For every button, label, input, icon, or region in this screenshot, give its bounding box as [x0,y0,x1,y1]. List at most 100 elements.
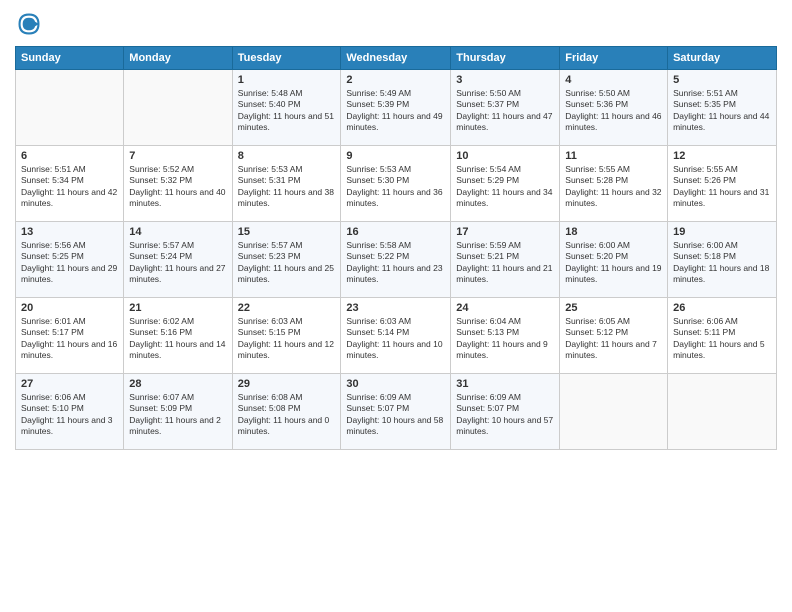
day-number: 22 [238,302,336,314]
day-number: 28 [129,378,226,390]
calendar-week-5: 27 Sunrise: 6:06 AMSunset: 5:10 PMDayligh… [16,374,777,450]
calendar-cell: 15 Sunrise: 5:57 AMSunset: 5:23 PMDayligh… [232,222,341,298]
day-number: 16 [346,226,445,238]
calendar-cell: 9 Sunrise: 5:53 AMSunset: 5:30 PMDaylight… [341,146,451,222]
day-number: 10 [456,150,554,162]
day-number: 11 [565,150,662,162]
calendar-cell: 22 Sunrise: 6:03 AMSunset: 5:15 PMDayligh… [232,298,341,374]
weekday-header-saturday: Saturday [668,47,777,70]
day-info: Sunrise: 5:59 AMSunset: 5:21 PMDaylight:… [456,240,554,286]
day-number: 13 [21,226,118,238]
weekday-header-tuesday: Tuesday [232,47,341,70]
day-number: 27 [21,378,118,390]
calendar-table: SundayMondayTuesdayWednesdayThursdayFrid… [15,46,777,450]
day-info: Sunrise: 6:09 AMSunset: 5:07 PMDaylight:… [346,392,445,438]
day-number: 8 [238,150,336,162]
day-number: 14 [129,226,226,238]
day-info: Sunrise: 5:53 AMSunset: 5:30 PMDaylight:… [346,164,445,210]
day-number: 2 [346,74,445,86]
day-number: 21 [129,302,226,314]
day-info: Sunrise: 6:09 AMSunset: 5:07 PMDaylight:… [456,392,554,438]
day-info: Sunrise: 6:08 AMSunset: 5:08 PMDaylight:… [238,392,336,438]
calendar-cell: 10 Sunrise: 5:54 AMSunset: 5:29 PMDayligh… [451,146,560,222]
day-info: Sunrise: 5:51 AMSunset: 5:35 PMDaylight:… [673,88,771,134]
day-number: 4 [565,74,662,86]
calendar-cell: 19 Sunrise: 6:00 AMSunset: 5:18 PMDayligh… [668,222,777,298]
calendar-cell: 11 Sunrise: 5:55 AMSunset: 5:28 PMDayligh… [560,146,668,222]
calendar-cell [560,374,668,450]
day-info: Sunrise: 5:57 AMSunset: 5:23 PMDaylight:… [238,240,336,286]
day-info: Sunrise: 5:50 AMSunset: 5:37 PMDaylight:… [456,88,554,134]
day-number: 9 [346,150,445,162]
day-number: 1 [238,74,336,86]
calendar-cell: 29 Sunrise: 6:08 AMSunset: 5:08 PMDayligh… [232,374,341,450]
day-info: Sunrise: 6:06 AMSunset: 5:10 PMDaylight:… [21,392,118,438]
calendar-cell: 13 Sunrise: 5:56 AMSunset: 5:25 PMDayligh… [16,222,124,298]
calendar-cell: 4 Sunrise: 5:50 AMSunset: 5:36 PMDaylight… [560,70,668,146]
day-info: Sunrise: 6:02 AMSunset: 5:16 PMDaylight:… [129,316,226,362]
day-number: 29 [238,378,336,390]
weekday-header-friday: Friday [560,47,668,70]
day-info: Sunrise: 6:03 AMSunset: 5:15 PMDaylight:… [238,316,336,362]
calendar-cell: 20Sunrise: 6:01 AMSunset: 5:17 PMDayligh… [16,298,124,374]
calendar-cell [16,70,124,146]
calendar-cell: 6Sunrise: 5:51 AMSunset: 5:34 PMDaylight… [16,146,124,222]
calendar-cell [124,70,232,146]
day-number: 18 [565,226,662,238]
day-number: 3 [456,74,554,86]
logo-icon [15,10,43,38]
calendar-cell: 12 Sunrise: 5:55 AMSunset: 5:26 PMDayligh… [668,146,777,222]
day-info: Sunrise: 6:00 AMSunset: 5:18 PMDaylight:… [673,240,771,286]
day-number: 7 [129,150,226,162]
day-number: 5 [673,74,771,86]
day-info: Sunrise: 5:55 AMSunset: 5:28 PMDaylight:… [565,164,662,210]
calendar-cell: 5 Sunrise: 5:51 AMSunset: 5:35 PMDaylight… [668,70,777,146]
day-info: Sunrise: 5:50 AMSunset: 5:36 PMDaylight:… [565,88,662,134]
calendar-cell: 16 Sunrise: 5:58 AMSunset: 5:22 PMDayligh… [341,222,451,298]
day-info: Sunrise: 5:49 AMSunset: 5:39 PMDaylight:… [346,88,445,134]
calendar-cell: 18 Sunrise: 6:00 AMSunset: 5:20 PMDayligh… [560,222,668,298]
day-info: Sunrise: 6:06 AMSunset: 5:11 PMDaylight:… [673,316,771,362]
day-number: 15 [238,226,336,238]
weekday-header-thursday: Thursday [451,47,560,70]
calendar-cell: 21 Sunrise: 6:02 AMSunset: 5:16 PMDayligh… [124,298,232,374]
day-info: Sunrise: 5:57 AMSunset: 5:24 PMDaylight:… [129,240,226,286]
calendar-week-4: 20Sunrise: 6:01 AMSunset: 5:17 PMDayligh… [16,298,777,374]
calendar-week-2: 6Sunrise: 5:51 AMSunset: 5:34 PMDaylight… [16,146,777,222]
day-number: 26 [673,302,771,314]
calendar-week-1: 1Sunrise: 5:48 AMSunset: 5:40 PMDaylight… [16,70,777,146]
calendar-cell: 30 Sunrise: 6:09 AMSunset: 5:07 PMDayligh… [341,374,451,450]
calendar-cell: 1Sunrise: 5:48 AMSunset: 5:40 PMDaylight… [232,70,341,146]
day-number: 19 [673,226,771,238]
calendar-cell: 8 Sunrise: 5:53 AMSunset: 5:31 PMDaylight… [232,146,341,222]
day-info: Sunrise: 5:55 AMSunset: 5:26 PMDaylight:… [673,164,771,210]
calendar-cell [668,374,777,450]
day-number: 12 [673,150,771,162]
day-info: Sunrise: 5:53 AMSunset: 5:31 PMDaylight:… [238,164,336,210]
day-number: 30 [346,378,445,390]
weekday-header-wednesday: Wednesday [341,47,451,70]
day-info: Sunrise: 5:56 AMSunset: 5:25 PMDaylight:… [21,240,118,286]
logo [15,10,47,38]
calendar-cell: 26 Sunrise: 6:06 AMSunset: 5:11 PMDayligh… [668,298,777,374]
day-number: 23 [346,302,445,314]
day-number: 31 [456,378,554,390]
calendar-header-row: SundayMondayTuesdayWednesdayThursdayFrid… [16,47,777,70]
calendar-cell: 14 Sunrise: 5:57 AMSunset: 5:24 PMDayligh… [124,222,232,298]
day-number: 20 [21,302,118,314]
calendar-cell: 23 Sunrise: 6:03 AMSunset: 5:14 PMDayligh… [341,298,451,374]
calendar-cell: 28 Sunrise: 6:07 AMSunset: 5:09 PMDayligh… [124,374,232,450]
calendar-cell: 3 Sunrise: 5:50 AMSunset: 5:37 PMDaylight… [451,70,560,146]
day-info: Sunrise: 6:07 AMSunset: 5:09 PMDaylight:… [129,392,226,438]
day-info: Sunrise: 6:05 AMSunset: 5:12 PMDaylight:… [565,316,662,362]
day-info: Sunrise: 6:04 AMSunset: 5:13 PMDaylight:… [456,316,554,362]
calendar-cell: 31 Sunrise: 6:09 AMSunset: 5:07 PMDayligh… [451,374,560,450]
calendar-cell: 25 Sunrise: 6:05 AMSunset: 5:12 PMDayligh… [560,298,668,374]
day-info: Sunrise: 6:00 AMSunset: 5:20 PMDaylight:… [565,240,662,286]
day-info: Sunrise: 6:03 AMSunset: 5:14 PMDaylight:… [346,316,445,362]
day-info: Sunrise: 5:54 AMSunset: 5:29 PMDaylight:… [456,164,554,210]
day-info: Sunrise: 5:58 AMSunset: 5:22 PMDaylight:… [346,240,445,286]
day-number: 25 [565,302,662,314]
calendar-cell: 24Sunrise: 6:04 AMSunset: 5:13 PMDayligh… [451,298,560,374]
weekday-header-sunday: Sunday [16,47,124,70]
